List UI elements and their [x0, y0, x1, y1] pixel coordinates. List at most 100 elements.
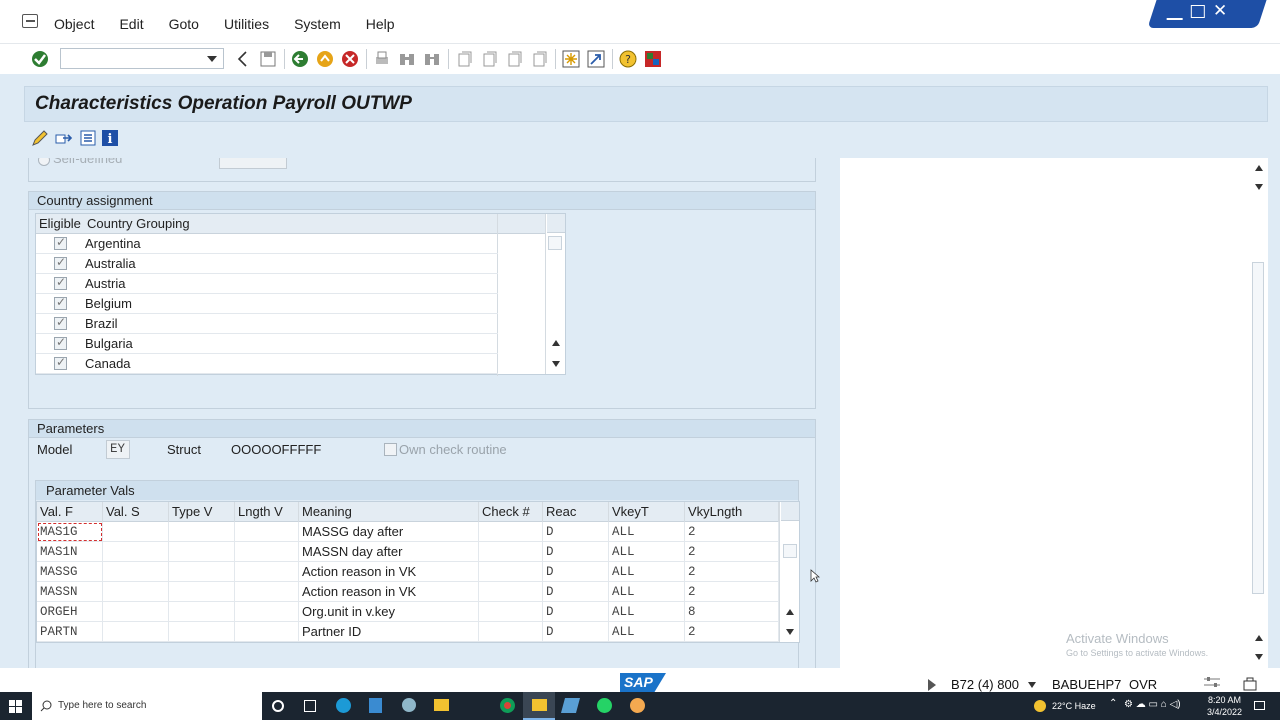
own-check-checkbox[interactable]: [384, 443, 397, 456]
task-view-icon[interactable]: [304, 700, 316, 712]
eligible-checkbox[interactable]: [54, 295, 67, 310]
eligible-checkbox[interactable]: [54, 255, 67, 270]
scroll-down-icon[interactable]: [1255, 184, 1263, 190]
whatsapp-icon[interactable]: [597, 698, 612, 713]
scroll-down-icon[interactable]: [552, 361, 560, 367]
col-header[interactable]: Check #: [479, 502, 543, 522]
menu-utilities[interactable]: Utilities: [224, 16, 269, 32]
prev-page-icon[interactable]: [481, 50, 499, 68]
edit-icon[interactable]: [31, 129, 49, 147]
maximize-icon[interactable]: [1190, 5, 1205, 18]
eligible-checkbox[interactable]: [54, 355, 67, 370]
country-row[interactable]: Argentina: [36, 234, 498, 254]
scroll-up-icon[interactable]: [552, 340, 560, 346]
scroll-thumb[interactable]: [1252, 262, 1264, 594]
list-icon[interactable]: [79, 129, 97, 147]
app-icon[interactable]: [402, 698, 416, 712]
country-row[interactable]: Austria: [36, 274, 498, 294]
shortcut-icon[interactable]: [587, 50, 605, 68]
command-field[interactable]: [60, 48, 224, 69]
status-lock-icon[interactable]: [1242, 675, 1258, 691]
print-icon[interactable]: [373, 50, 391, 68]
clock-time[interactable]: 8:20 AM: [1208, 695, 1241, 705]
find-icon[interactable]: [398, 50, 416, 68]
table-cell[interactable]: MASSN: [37, 582, 103, 602]
self-defined-radio[interactable]: [38, 158, 50, 166]
eligible-checkbox[interactable]: [54, 275, 67, 290]
eligible-checkbox[interactable]: [54, 235, 67, 250]
help-icon[interactable]: ?: [619, 50, 637, 68]
table-row[interactable]: MAS1G MASSG day after D ALL 2: [37, 522, 779, 542]
cortana-icon[interactable]: [272, 700, 284, 712]
last-page-icon[interactable]: [531, 50, 549, 68]
taskbar-search-box[interactable]: Type here to search: [32, 692, 262, 720]
close-icon[interactable]: ✕: [1213, 1, 1227, 21]
country-row[interactable]: Belgium: [36, 294, 498, 314]
menu-help[interactable]: Help: [366, 16, 395, 32]
minimize-icon[interactable]: [1166, 4, 1183, 20]
eligible-checkbox[interactable]: [54, 315, 67, 330]
next-page-icon[interactable]: [506, 50, 524, 68]
sap-logon-icon[interactable]: [560, 698, 581, 713]
app2-icon[interactable]: [630, 698, 645, 713]
table-cell[interactable]: MAS1G: [37, 522, 103, 542]
info-icon[interactable]: i: [101, 129, 119, 147]
table-cell[interactable]: PARTN: [37, 622, 103, 642]
table-cell[interactable]: MAS1N: [37, 542, 103, 562]
self-defined-field[interactable]: [219, 158, 287, 169]
table-cell[interactable]: ORGEH: [37, 602, 103, 622]
menu-object[interactable]: Object: [54, 16, 94, 32]
cancel-icon[interactable]: [341, 50, 359, 68]
col-header[interactable]: Meaning: [299, 502, 479, 522]
param-table-scrollbar[interactable]: [779, 502, 799, 642]
country-row[interactable]: Bulgaria: [36, 334, 498, 354]
col-eligible[interactable]: Eligible: [36, 214, 84, 234]
col-header[interactable]: Type V: [169, 502, 235, 522]
table-row[interactable]: ORGEH Org.unit in v.key D ALL 8: [37, 602, 779, 622]
system-dropdown-icon[interactable]: [1028, 682, 1036, 688]
eligible-checkbox[interactable]: [54, 335, 67, 350]
table-row[interactable]: MASSG Action reason in VK D ALL 2: [37, 562, 779, 582]
scroll-thumb[interactable]: [548, 236, 562, 250]
insert-mode[interactable]: OVR: [1129, 677, 1157, 692]
col-header[interactable]: VkeyT: [609, 502, 685, 522]
col-header[interactable]: VkyLngth: [685, 502, 779, 522]
file-explorer-icon[interactable]: [434, 699, 449, 711]
find-next-icon[interactable]: [423, 50, 441, 68]
scroll-up-icon[interactable]: [1255, 165, 1263, 171]
col-country-grouping[interactable]: Country Grouping: [84, 214, 384, 234]
col-header[interactable]: Val. F: [37, 502, 103, 522]
notification-icon[interactable]: [1254, 701, 1265, 710]
col-header[interactable]: Lngth V: [235, 502, 299, 522]
menu-icon[interactable]: [22, 14, 38, 28]
back-icon[interactable]: [234, 50, 252, 68]
screen-scrollbar[interactable]: [1250, 158, 1268, 668]
clock-date[interactable]: 3/4/2022: [1207, 707, 1242, 717]
exit-icon[interactable]: [316, 50, 334, 68]
menu-edit[interactable]: Edit: [119, 16, 143, 32]
scroll-up-icon[interactable]: [786, 609, 794, 615]
col-header[interactable]: Val. S: [103, 502, 169, 522]
scroll-up-icon[interactable]: [1255, 635, 1263, 641]
weather-text[interactable]: 22°C Haze: [1052, 701, 1096, 711]
table-cell[interactable]: MASSG: [37, 562, 103, 582]
country-row[interactable]: Australia: [36, 254, 498, 274]
create-session-icon[interactable]: [562, 50, 580, 68]
col-header[interactable]: Reac: [543, 502, 609, 522]
first-page-icon[interactable]: [456, 50, 474, 68]
country-row[interactable]: Canada: [36, 354, 498, 374]
explorer-active-icon[interactable]: [523, 692, 555, 720]
chrome-icon[interactable]: [500, 698, 515, 713]
menu-goto[interactable]: Goto: [169, 16, 199, 32]
scroll-thumb[interactable]: [783, 544, 797, 558]
status-settings-icon[interactable]: [1203, 675, 1221, 689]
menu-system[interactable]: System: [294, 16, 341, 32]
tray-icons[interactable]: ⚙ ☁ ▭ ⌂ ◁): [1124, 699, 1181, 710]
scroll-down-icon[interactable]: [1255, 654, 1263, 660]
status-expand-icon[interactable]: [928, 679, 936, 691]
calculator-icon[interactable]: [369, 698, 382, 713]
windows-start-icon[interactable]: [9, 700, 22, 713]
edge-icon[interactable]: [336, 698, 351, 713]
transport-icon[interactable]: [55, 129, 73, 147]
tray-chevron-icon[interactable]: ⌃: [1109, 698, 1117, 709]
